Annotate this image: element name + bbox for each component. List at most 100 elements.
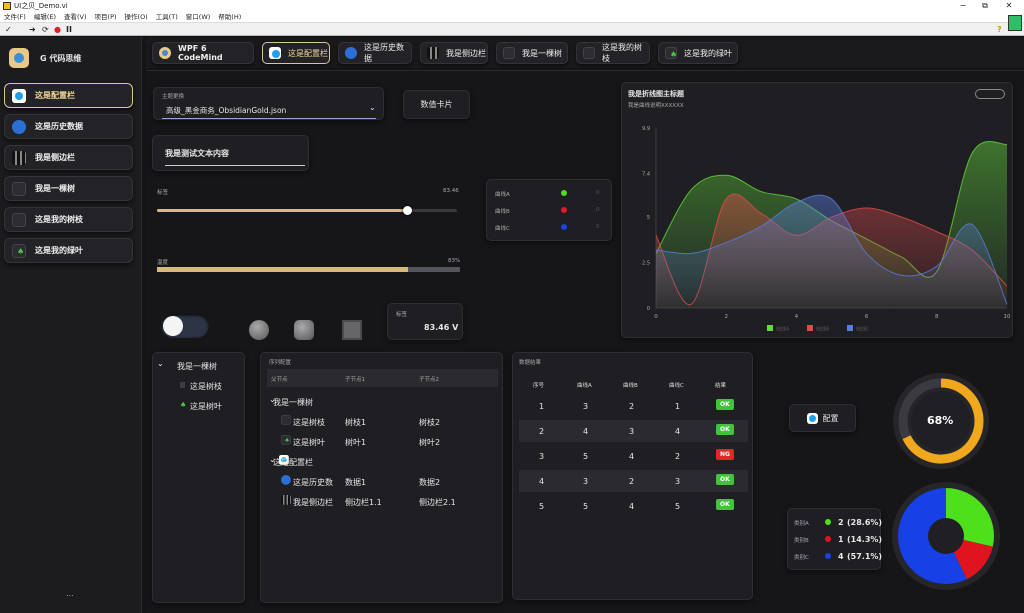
results-row[interactable]: 2 4 3 4 OK [519,420,748,442]
donut-chart [892,482,1000,590]
sequence-config: 序列配置 父节点 子节点1 子节点2 ⌄ 我是一棵树 这是树枝 树枝1 树枝2 ♠ 这是树叶… [260,352,503,603]
leaf-icon: ♠ [12,243,26,258]
menu-file[interactable]: 文件(F) [0,12,30,23]
menu-window[interactable]: 窗口(W) [182,12,215,23]
chevron-down-icon: ⌄ [369,103,376,112]
grid-icon [12,150,26,165]
curve-legend-value: 0 [596,207,600,213]
sidebar-item[interactable]: 这是我的树枝 [4,207,133,232]
results-cell: 3 [629,427,635,436]
sequence-row[interactable]: 我是侧边栏 侧边栏1.1 侧边栏2.1 [261,493,504,511]
sidebar-footer: ... [66,589,74,598]
sequence-cell-c1: 侧边栏1.1 [345,498,382,507]
sidebar-item[interactable]: 这是配置栏 [4,83,133,108]
top-tab[interactable]: 这是我的树枝 [576,42,650,64]
sequence-cell-c1: 树叶1 [345,438,367,447]
value-card-button[interactable]: 数值卡片 [403,90,470,119]
branch-icon [12,212,26,227]
test-text-box[interactable]: 我是测试文本内容 [152,135,309,171]
curve-legend-dot [561,224,567,230]
sequence-row[interactable]: 这是历史数 数据1 数据2 [261,473,504,491]
restore-button[interactable]: ⧉ [974,0,996,12]
col-parent: 父节点 [271,377,288,383]
results-cell: 5 [539,502,545,511]
square-button[interactable] [342,320,362,340]
branch-icon [180,382,185,388]
results-col-header: 曲线A [577,383,592,389]
sidebar-item[interactable]: 我是侧边栏 [4,145,133,170]
results-cell: 1 [539,402,545,411]
rounded-square-button[interactable] [294,320,314,340]
sequence-row[interactable]: ⌄ 这是配置栏 [261,453,504,471]
curve-legend-name: 曲线A [495,192,510,198]
close-button[interactable]: ✕ [998,0,1020,12]
tree-root[interactable]: 我是一棵树 [177,361,217,372]
sidebar-item[interactable]: 这是历史数据 [4,114,133,139]
results-title: 数据结果 [519,360,542,366]
results-row[interactable]: 4 3 2 3 OK [519,470,748,492]
y-tick-label: 7.4 [642,171,650,177]
top-tab[interactable]: 这是历史数据 [338,42,412,64]
legend-swatch [807,325,813,331]
window-titlebar: UI之贝_Demo.vi − ⧉ ✕ [0,0,1024,12]
toggle-switch[interactable] [161,314,209,338]
menu-operate[interactable]: 操作(O) [121,12,152,23]
top-tab[interactable]: 我是一棵树 [496,42,568,64]
results-cell: 5 [583,452,589,461]
minimize-button[interactable]: − [952,0,974,12]
pause-icon[interactable]: II [66,23,72,36]
sidebar-item[interactable]: 我是一棵树 [4,176,133,201]
round-button[interactable] [249,320,269,340]
results-table-card: 数据结果 序号 曲线A 曲线B 曲线C 结果 1 3 2 1 OK 2 4 3 4 OK 3 5 4 2 NG 4 3 2… [512,352,753,600]
abort-icon[interactable]: ● [54,23,61,36]
results-row[interactable]: 1 3 2 1 OK [519,395,748,417]
tree-child-branch[interactable]: 这是树枝 [190,381,222,392]
legend-swatch [847,325,853,331]
top-tab[interactable]: 这是配置栏 [262,42,330,64]
results-row[interactable]: 5 5 4 5 OK [519,495,748,517]
col-child1: 子节点1 [345,377,365,383]
theme-select[interactable]: 主题更换 高级_黑金商务_ObsidianGold.json ⌄ [153,87,384,120]
run-continuous-icon[interactable]: ⟳ [42,23,49,36]
pie-icon [12,119,26,134]
top-tab[interactable]: ♠ 这是我的绿叶 [658,42,738,64]
leaf-icon: ♠ [665,47,677,59]
config-button[interactable]: 配置 [789,404,856,432]
pie-legend-dot [825,519,831,525]
slider-thumb[interactable] [403,206,413,215]
sequence-row[interactable]: ♠ 这是树叶 树叶1 树叶2 [261,433,504,451]
top-tab-label: 这是历史数据 [364,43,404,63]
sequence-row[interactable]: 这是树枝 树枝1 树枝2 [261,413,504,431]
sequence-cell-c2: 树叶2 [419,438,441,447]
x-tick-label: 10 [1004,314,1011,320]
grid-icon [427,47,439,59]
menu-view[interactable]: 查看(V) [60,12,91,23]
results-cell: 4 [539,477,545,486]
run-icon[interactable]: ➜ [29,23,36,36]
config-label: 配置 [822,413,839,423]
pie-legend-count: 4 [838,552,844,561]
help-icon[interactable]: ? [997,23,1002,36]
sequence-row[interactable]: ⌄ 我是一棵树 [261,393,504,411]
x-tick-label: 8 [935,314,939,320]
results-row[interactable]: 3 5 4 2 NG [519,445,748,467]
pie-legend-name: 类别B [794,538,809,544]
sidebar-item-label: 我是侧边栏 [35,153,75,162]
menu-project[interactable]: 项目(P) [91,12,121,23]
chevron-down-icon[interactable]: ⌄ [157,359,164,368]
sequence-cell-c1: 树枝1 [345,418,367,427]
menu-help[interactable]: 帮助(H) [214,12,245,23]
x-tick-label: 4 [795,314,799,320]
results-header: 序号 曲线A 曲线B 曲线C 结果 [519,373,748,395]
results-col-header: 曲线C [669,383,684,389]
sidebar-item[interactable]: ♠ 这是我的绿叶 [4,238,133,263]
top-tab[interactable]: 我是侧边栏 [420,42,488,64]
check-icon[interactable]: ✓ [5,23,12,36]
numeric-indicator: 标签 83.46 V [387,303,463,340]
y-tick-label: 2.5 [642,261,650,267]
menu-tools[interactable]: 工具(T) [152,12,182,23]
sequence-cell-label: 这是树枝 [293,418,325,427]
menu-edit[interactable]: 编辑(E) [30,12,60,23]
tree-child-leaf[interactable]: 这是树叶 [190,401,222,412]
top-tab-label: 这是配置栏 [288,48,328,58]
